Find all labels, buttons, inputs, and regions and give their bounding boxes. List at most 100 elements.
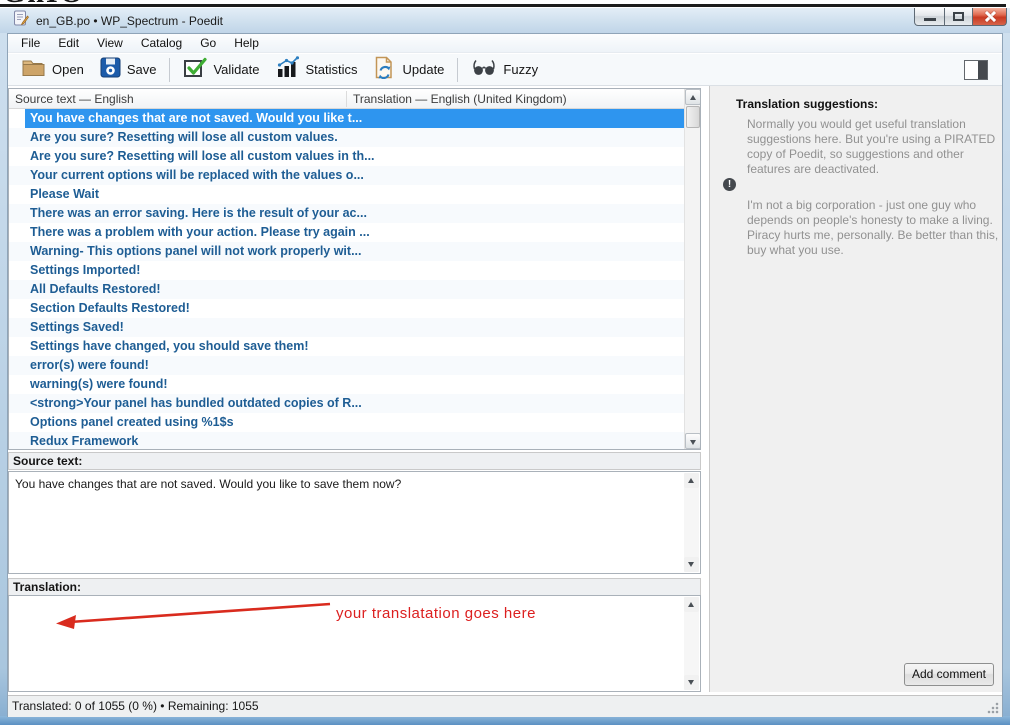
resize-grip[interactable] <box>987 702 999 714</box>
menu-go[interactable]: Go <box>191 34 225 52</box>
close-button[interactable] <box>973 8 1007 26</box>
list-header: Source text — English Translation — Engl… <box>9 89 684 109</box>
row-source-text: Options panel created using %1$s <box>30 415 234 429</box>
annotation-text: your translatation goes here <box>336 605 536 622</box>
row-source-text: Your current options will be replaced wi… <box>30 168 364 182</box>
list-row[interactable]: Settings Saved! <box>9 318 684 337</box>
column-translation-header[interactable]: Translation — English (United Kingdom) <box>353 92 567 106</box>
titlebar[interactable]: en_GB.po • WP_Spectrum - Poedit <box>0 8 1010 33</box>
arrow-up-icon <box>688 478 694 483</box>
source-text-box: You have changes that are not saved. Wou… <box>8 471 701 574</box>
scroll-down-button[interactable] <box>684 675 699 690</box>
save-floppy-icon <box>100 57 121 83</box>
list-row[interactable]: All Defaults Restored! <box>9 280 684 299</box>
row-source-text: Please Wait <box>30 187 99 201</box>
row-source-text: Are you sure? Resetting will lose all cu… <box>30 149 375 163</box>
row-source-text: Settings Imported! <box>30 263 140 277</box>
list-row[interactable]: Section Defaults Restored! <box>9 299 684 318</box>
scrollbar-thumb[interactable] <box>686 106 700 128</box>
toolbar-separator <box>169 58 170 82</box>
list-rows: You have changes that are not saved. Wou… <box>9 109 684 449</box>
alert-icon: ! <box>723 178 736 191</box>
scroll-up-button[interactable] <box>685 89 701 105</box>
row-source-text: Section Defaults Restored! <box>30 301 190 315</box>
list-row[interactable]: Options panel created using %1$s <box>9 413 684 432</box>
save-button[interactable]: Save <box>92 56 165 84</box>
piracy-appeal-paragraph: I'm not a big corporation - just one guy… <box>747 198 999 258</box>
status-bar: Translated: 0 of 1055 (0 %) • Remaining:… <box>8 695 1002 717</box>
sidebar-toggle-icon[interactable] <box>964 60 988 80</box>
open-folder-icon <box>21 57 46 83</box>
menu-help[interactable]: Help <box>225 34 268 52</box>
fuzzy-glasses-icon <box>471 57 497 82</box>
list-row[interactable]: There was a problem with your action. Pl… <box>9 223 684 242</box>
row-source-text: There was a problem with your action. Pl… <box>30 225 370 239</box>
list-row[interactable]: You have changes that are not saved. Wou… <box>9 109 684 128</box>
list-row[interactable]: Your current options will be replaced wi… <box>9 166 684 185</box>
arrow-down-icon <box>690 440 696 445</box>
validate-button[interactable]: Validate <box>175 56 267 84</box>
scroll-up-button[interactable] <box>684 473 699 488</box>
validate-button-label: Validate <box>213 62 259 77</box>
scroll-up-button[interactable] <box>684 597 699 612</box>
source-scrollbar[interactable] <box>684 473 699 572</box>
poedit-app-icon <box>13 10 29 31</box>
update-button[interactable]: Update <box>365 56 452 84</box>
list-row[interactable]: Redux Framework <box>9 432 684 450</box>
list-row[interactable]: Settings Imported! <box>9 261 684 280</box>
toolbar-separator <box>457 58 458 82</box>
row-source-text: <strong>Your panel has bundled outdated … <box>30 396 362 410</box>
row-source-text: There was an error saving. Here is the r… <box>30 206 367 220</box>
piracy-notice-paragraph: Normally you would get useful translatio… <box>747 117 999 177</box>
scroll-down-button[interactable] <box>685 433 701 449</box>
list-row[interactable]: error(s) were found! <box>9 356 684 375</box>
open-button-label: Open <box>52 62 84 77</box>
row-source-text: All Defaults Restored! <box>30 282 161 296</box>
menu-catalog[interactable]: Catalog <box>132 34 191 52</box>
close-icon <box>983 10 996 23</box>
list-row[interactable]: Are you sure? Resetting will lose all cu… <box>9 147 684 166</box>
add-comment-button[interactable]: Add comment <box>904 663 994 686</box>
scroll-down-button[interactable] <box>684 557 699 572</box>
row-source-text: You have changes that are not saved. Wou… <box>30 111 362 125</box>
minimize-icon <box>924 18 936 21</box>
validate-check-icon <box>183 56 207 84</box>
menu-file[interactable]: File <box>12 34 49 52</box>
row-source-text: Settings Saved! <box>30 320 124 334</box>
list-row[interactable]: Please Wait <box>9 185 684 204</box>
maximize-icon <box>953 12 964 21</box>
column-source-header[interactable]: Source text — English <box>15 92 134 106</box>
minimize-button[interactable] <box>914 8 945 26</box>
list-row[interactable]: warning(s) were found! <box>9 375 684 394</box>
menu-edit[interactable]: Edit <box>49 34 88 52</box>
fuzzy-button[interactable]: Fuzzy <box>463 56 546 84</box>
catalog-list: Source text — English Translation — Engl… <box>8 88 701 450</box>
menubar: File Edit View Catalog Go Help <box>8 34 1002 53</box>
suggestions-title: Translation suggestions: <box>736 97 878 111</box>
toolbar: Open Save Validate <box>8 54 1002 86</box>
list-row[interactable]: Settings have changed, you should save t… <box>9 337 684 356</box>
list-row[interactable]: Warning- This options panel will not wor… <box>9 242 684 261</box>
menu-view[interactable]: View <box>88 34 132 52</box>
update-refresh-icon <box>373 56 396 84</box>
row-source-text: Redux Framework <box>30 434 138 448</box>
source-text-label: Source text: <box>8 452 701 470</box>
row-source-text: Warning- This options panel will not wor… <box>30 244 362 258</box>
window-title: en_GB.po • WP_Spectrum - Poedit <box>36 14 223 28</box>
list-row[interactable]: There was an error saving. Here is the r… <box>9 204 684 223</box>
source-text-content: You have changes that are not saved. Wou… <box>15 477 655 491</box>
maximize-button[interactable] <box>945 8 973 26</box>
arrow-down-icon <box>688 680 694 685</box>
row-source-text: Settings have changed, you should save t… <box>30 339 309 353</box>
list-row[interactable]: <strong>Your panel has bundled outdated … <box>9 394 684 413</box>
fuzzy-button-label: Fuzzy <box>503 62 538 77</box>
list-scrollbar[interactable] <box>684 89 700 449</box>
column-divider <box>346 91 347 107</box>
window-controls <box>914 8 1007 26</box>
open-button[interactable]: Open <box>13 56 92 84</box>
statistics-button-label: Statistics <box>305 62 357 77</box>
client-area: File Edit View Catalog Go Help Open <box>7 33 1003 717</box>
translation-scrollbar[interactable] <box>684 597 699 690</box>
statistics-button[interactable]: Statistics <box>267 56 365 84</box>
list-row[interactable]: Are you sure? Resetting will lose all cu… <box>9 128 684 147</box>
